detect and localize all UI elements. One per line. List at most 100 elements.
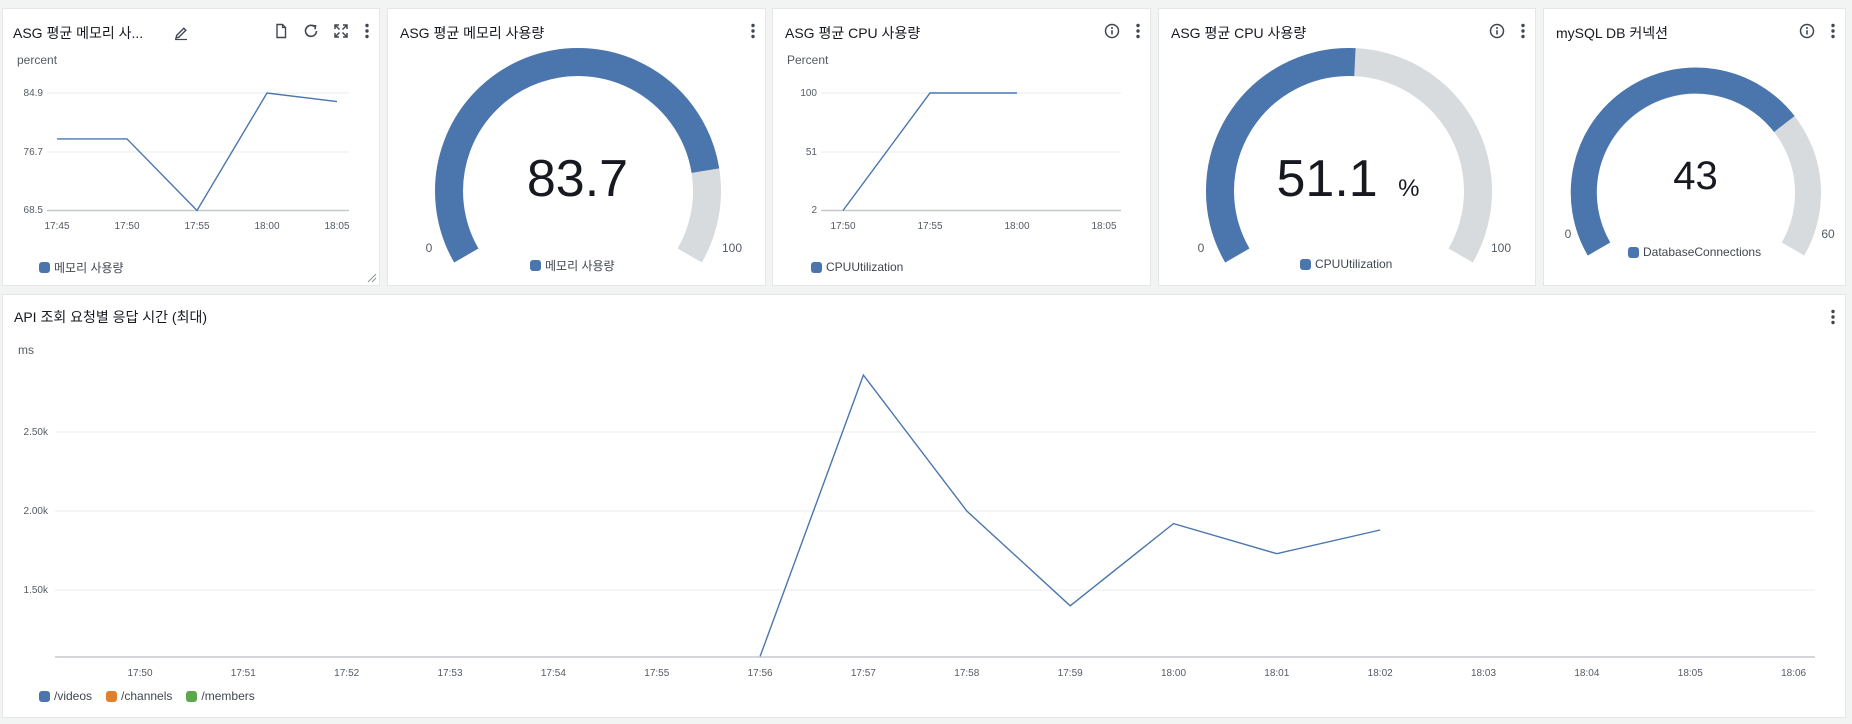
x-tick: 18:00 [1161, 668, 1186, 679]
widget-cpu-line: ASG 평균 CPU 사용량 Percent 100 51 2 17:50 17… [772, 8, 1151, 286]
y-tick: 100 [800, 88, 817, 99]
legend-swatch [811, 261, 822, 273]
legend-label: /members [201, 689, 255, 703]
gauge-max-label: 100 [722, 241, 742, 255]
y-tick: 2.50k [24, 427, 49, 438]
y-tick: 84.9 [24, 88, 44, 99]
x-tick: 18:05 [324, 221, 349, 232]
legend-item-members[interactable]: /members [186, 689, 255, 703]
cpu-line-chart: 100 51 2 17:50 17:55 18:00 18:05 [800, 88, 1121, 232]
x-tick: 17:52 [334, 668, 359, 679]
widget-db-gauge: mySQL DB 커넥션 0 60 43 DatabaseConnections [1543, 8, 1846, 286]
x-tick: 18:00 [254, 221, 279, 232]
legend: 메모리 사용량 [530, 257, 615, 274]
legend-label: /channels [121, 689, 173, 703]
x-tick: 18:03 [1471, 668, 1496, 679]
more-options-icon[interactable] [361, 21, 373, 41]
gauge-min-label: 0 [1198, 241, 1205, 255]
edit-pencil-icon[interactable] [171, 23, 191, 43]
x-tick: 18:02 [1368, 668, 1393, 679]
memory-gauge: 0 100 [426, 47, 742, 263]
y-tick: 51 [806, 147, 818, 158]
legend-swatch [106, 690, 118, 702]
widget-api-response-time: API 조회 요청별 응답 시간 (최대) ms 2.50k 2.00k 1.5… [2, 294, 1846, 718]
x-tick: 17:50 [114, 221, 139, 232]
y-tick: 1.50k [24, 585, 49, 596]
legend-item-cpu[interactable]: CPUUtilization [1300, 257, 1392, 271]
y-tick: 2.00k [24, 506, 49, 517]
y-tick: 76.7 [24, 147, 44, 158]
gauge-value-wrapper: 51.1 % [1159, 149, 1537, 209]
legend-item-videos[interactable]: /videos [39, 689, 92, 703]
legend: DatabaseConnections [1628, 245, 1761, 259]
x-tick: 18:05 [1091, 221, 1116, 232]
legend-item-cpu[interactable]: CPUUtilization [811, 260, 903, 274]
legend-swatch [1300, 258, 1311, 270]
widget-title: ASG 평균 CPU 사용량 [785, 25, 921, 41]
legend-swatch [186, 690, 198, 702]
legend-item-memory[interactable]: 메모리 사용량 [530, 257, 615, 274]
refresh-icon[interactable] [301, 21, 321, 41]
file-icon[interactable] [271, 21, 291, 41]
x-tick: 17:50 [127, 668, 152, 679]
y-tick: 2 [811, 205, 817, 216]
x-tick: 17:55 [917, 221, 942, 232]
x-tick: 17:55 [644, 668, 669, 679]
legend: CPUUtilization [1300, 257, 1392, 271]
legend-label: DatabaseConnections [1643, 245, 1762, 259]
legend: CPUUtilization [811, 260, 903, 274]
legend: 메모리 사용량 [39, 259, 124, 276]
more-options-icon[interactable] [1132, 21, 1144, 41]
legend-swatch [1628, 246, 1639, 258]
x-tick: 17:54 [541, 668, 566, 679]
expand-icon[interactable] [331, 21, 351, 41]
legend-item-db-connections[interactable]: DatabaseConnections [1628, 245, 1761, 259]
legend-item-memory[interactable]: 메모리 사용량 [39, 259, 124, 276]
x-tick: 18:04 [1574, 668, 1599, 679]
x-tick: 17:55 [184, 221, 209, 232]
x-tick: 18:01 [1264, 668, 1289, 679]
x-tick: 18:00 [1004, 221, 1029, 232]
gauge-max-label: 100 [1491, 241, 1511, 255]
legend-label: 메모리 사용량 [545, 259, 615, 273]
gauge-value: 83.7 [526, 150, 629, 208]
legend-swatch [39, 690, 50, 702]
legend-label: CPUUtilization [1315, 257, 1393, 271]
x-tick: 17:57 [851, 668, 876, 679]
legend-swatch [530, 260, 541, 271]
widget-title: ASG 평균 메모리 사... [13, 25, 144, 41]
widget-cpu-gauge: ASG 평균 CPU 사용량 0 100 51.1 % CPUUtilizati… [1158, 8, 1536, 286]
x-tick: 17:50 [830, 221, 855, 232]
x-tick: 18:05 [1678, 668, 1703, 679]
info-icon[interactable] [1102, 21, 1122, 41]
gauge-value: 43 [1673, 154, 1718, 198]
x-tick: 17:51 [231, 668, 256, 679]
y-axis-unit: percent [17, 53, 58, 67]
legend-label: CPUUtilization [826, 260, 904, 274]
gauge-value: 51.1 [1276, 150, 1378, 208]
widget-memory-line: ASG 평균 메모리 사... percent 84.9 76.7 68.5 1… [2, 8, 380, 286]
x-tick: 17:59 [1058, 668, 1083, 679]
api-line-chart: 2.50k 2.00k 1.50k 17:50 17:51 17:52 17:53 17… [24, 373, 1815, 679]
gauge-min-label: 0 [426, 241, 433, 255]
legend-item-channels[interactable]: /channels [106, 689, 172, 703]
x-tick: 18:06 [1781, 668, 1806, 679]
memory-line-chart: 84.9 76.7 68.5 17:45 17:50 17:55 18:00 1… [24, 88, 350, 232]
gauge-min-label: 0 [1565, 227, 1572, 241]
x-tick: 17:56 [748, 668, 773, 679]
y-tick: 68.5 [24, 205, 44, 216]
x-tick: 17:58 [954, 668, 979, 679]
x-tick: 17:45 [44, 221, 69, 232]
gauge-unit: % [1398, 175, 1420, 202]
widget-memory-gauge: ASG 평균 메모리 사용량 0 100 83.7 메모리 사용량 [387, 8, 766, 286]
api-series-line [759, 373, 1381, 657]
cpu-gauge: 0 100 [1198, 47, 1511, 263]
legend: /videos /channels /members [39, 689, 255, 703]
gauge-max-label: 60 [1821, 227, 1835, 241]
x-axis-ticks: 17:50 17:51 17:52 17:53 17:54 17:55 17:56 17:57… [127, 668, 1806, 679]
resize-handle-icon[interactable] [367, 273, 377, 283]
y-axis-unit: Percent [787, 53, 829, 67]
x-tick: 17:53 [437, 668, 462, 679]
legend-swatch [39, 262, 50, 273]
legend-label: /videos [54, 689, 93, 703]
